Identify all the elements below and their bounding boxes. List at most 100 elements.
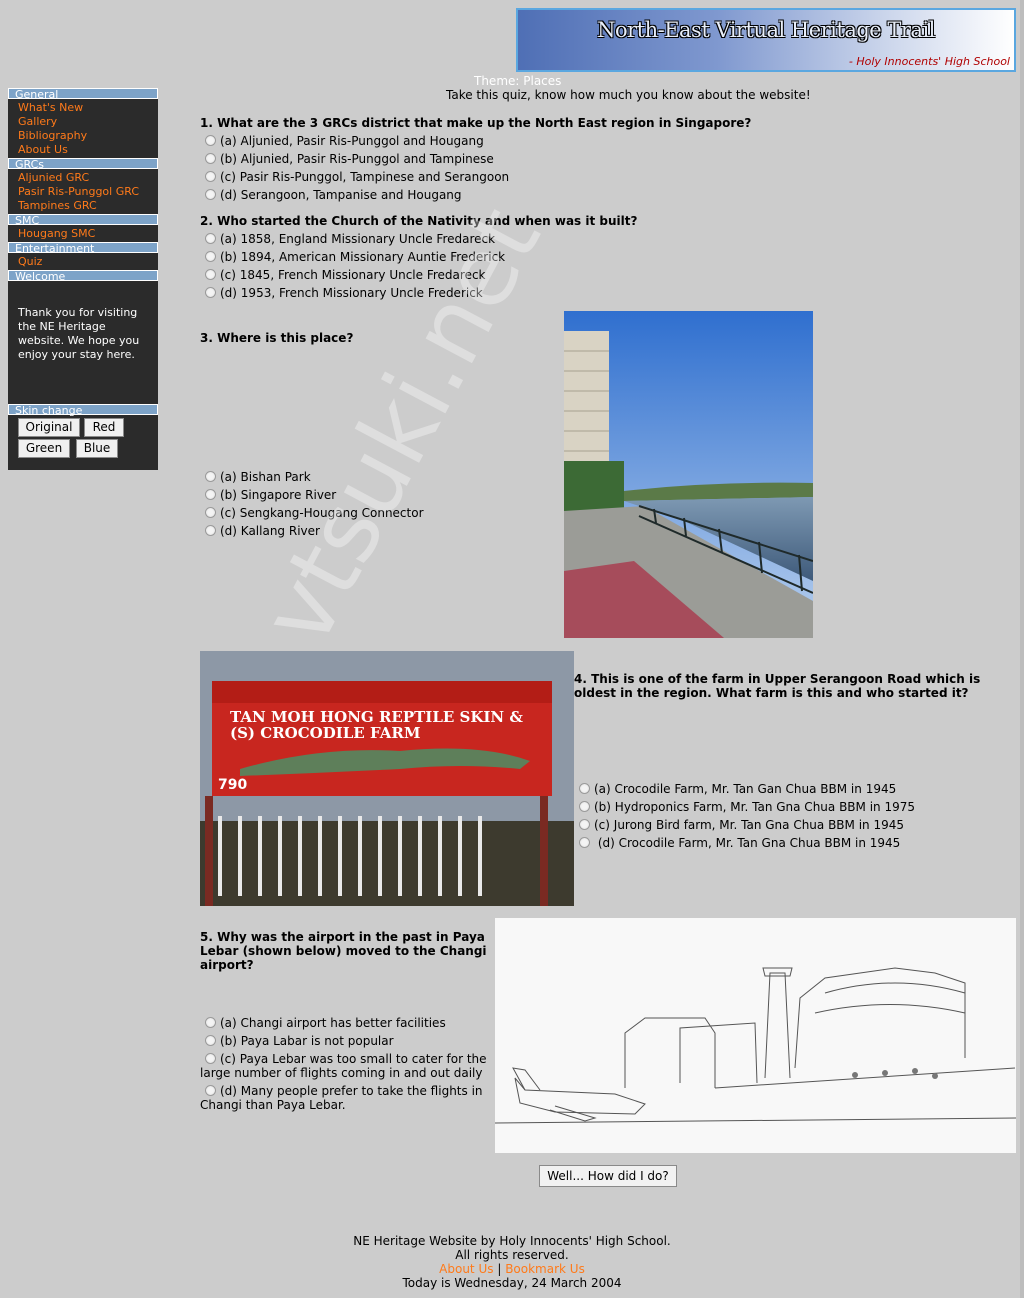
option-label: (b) Singapore River — [220, 488, 337, 502]
option-label: (d) Crocodile Farm, Mr. Tan Gna Chua BBM… — [594, 836, 901, 850]
banner-subtitle: - Holy Innocents' High School — [848, 55, 1010, 68]
q5-option-a[interactable]: (a) Changi airport has better facilities — [205, 1016, 446, 1030]
footer-credit: NE Heritage Website by Holy Innocents' H… — [353, 1234, 671, 1248]
option-label: (c) Paya Lebar was too small to cater fo… — [200, 1052, 487, 1080]
question-3: 3. Where is this place? — [200, 331, 354, 345]
option-label: (b) Aljunied, Pasir Ris-Punggol and Tamp… — [220, 152, 494, 166]
nav-link-quiz[interactable]: Quiz — [18, 255, 42, 269]
q2-option-d[interactable]: (d) 1953, French Missionary Uncle Freder… — [205, 286, 483, 300]
skin-green-button[interactable]: Green — [18, 439, 70, 458]
sidebar: General What's New Gallery Bibliography … — [8, 88, 158, 470]
q2-option-b[interactable]: (b) 1894, American Missionary Auntie Fre… — [205, 250, 505, 264]
q4-option-d[interactable]: (d) Crocodile Farm, Mr. Tan Gna Chua BBM… — [579, 836, 900, 850]
radio-button[interactable] — [579, 783, 590, 794]
option-label: (b) Hydroponics Farm, Mr. Tan Gna Chua B… — [594, 800, 915, 814]
option-label: (d) Serangoon, Tampanise and Hougang — [220, 188, 462, 202]
radio-button[interactable] — [205, 1017, 216, 1028]
q5-option-b[interactable]: (b) Paya Labar is not popular — [205, 1034, 394, 1048]
option-label: (a) 1858, England Missionary Uncle Freda… — [220, 232, 496, 246]
radio-button[interactable] — [205, 525, 216, 536]
quiz-intro: Take this quiz, know how much you know a… — [446, 88, 811, 102]
radio-button[interactable] — [205, 171, 216, 182]
radio-button[interactable] — [205, 489, 216, 500]
option-label: (c) 1845, French Missionary Uncle Fredar… — [220, 268, 486, 282]
sidebar-header-entertainment: Entertainment — [8, 242, 158, 254]
nav-link-hougang-smc[interactable]: Hougang SMC — [18, 227, 95, 241]
radio-button[interactable] — [205, 471, 216, 482]
skin-original-button[interactable]: Original — [18, 418, 80, 437]
option-label: (b) Paya Labar is not popular — [220, 1034, 394, 1048]
footer: NE Heritage Website by Holy Innocents' H… — [0, 1234, 1024, 1290]
nav-link-aljunied-grc[interactable]: Aljunied GRC — [18, 171, 89, 185]
option-label: (d) Kallang River — [220, 524, 320, 538]
question-2: 2. Who started the Church of the Nativit… — [200, 214, 638, 228]
footer-rights: All rights reserved. — [455, 1248, 569, 1262]
radio-button[interactable] — [205, 507, 216, 518]
radio-button[interactable] — [205, 1035, 216, 1046]
sidebar-header-smc: SMC — [8, 214, 158, 226]
q3-option-c[interactable]: (c) Sengkang-Hougang Connector — [205, 506, 424, 520]
submit-quiz-button[interactable]: Well... How did I do? — [539, 1165, 677, 1187]
footer-separator: | — [497, 1262, 502, 1276]
radio-button[interactable] — [205, 251, 216, 262]
q1-option-b[interactable]: (b) Aljunied, Pasir Ris-Punggol and Tamp… — [205, 152, 494, 166]
radio-button[interactable] — [205, 189, 216, 200]
radio-button[interactable] — [579, 819, 590, 830]
q4-option-b[interactable]: (b) Hydroponics Farm, Mr. Tan Gna Chua B… — [579, 800, 915, 814]
sidebar-header-general: General — [8, 88, 158, 100]
radio-button[interactable] — [205, 287, 216, 298]
q4-option-c[interactable]: (c) Jurong Bird farm, Mr. Tan Gna Chua B… — [579, 818, 904, 832]
q1-option-d[interactable]: (d) Serangoon, Tampanise and Hougang — [205, 188, 462, 202]
question-5: 5. Why was the airport in the past in Pa… — [200, 930, 487, 972]
sidebar-header-grcs: GRCs — [8, 158, 158, 170]
q2-option-a[interactable]: (a) 1858, England Missionary Uncle Freda… — [205, 232, 495, 246]
site-banner: North-East Virtual Heritage Trail - Holy… — [516, 8, 1016, 72]
option-label: (a) Aljunied, Pasir Ris-Punggol and Houg… — [220, 134, 484, 148]
radio-button[interactable] — [205, 233, 216, 244]
skin-blue-button[interactable]: Blue — [76, 439, 118, 458]
question-1: 1. What are the 3 GRCs district that mak… — [200, 116, 752, 130]
option-label: (c) Sengkang-Hougang Connector — [220, 506, 424, 520]
radio-button[interactable] — [205, 135, 216, 146]
q4-option-a[interactable]: (a) Crocodile Farm, Mr. Tan Gan Chua BBM… — [579, 782, 896, 796]
radio-button[interactable] — [205, 153, 216, 164]
nav-link-gallery[interactable]: Gallery — [18, 115, 57, 129]
footer-about-link[interactable]: About Us — [439, 1262, 493, 1276]
nav-link-about-us[interactable]: About Us — [18, 143, 68, 157]
q1-option-c[interactable]: (c) Pasir Ris-Punggol, Tampinese and Ser… — [205, 170, 509, 184]
footer-links: About Us | Bookmark Us — [0, 1262, 1024, 1276]
radio-button[interactable] — [205, 1053, 216, 1064]
scrollbar[interactable] — [1020, 0, 1024, 1298]
option-label: (d) Many people prefer to take the fligh… — [200, 1084, 483, 1112]
option-label: (a) Changi airport has better facilities — [220, 1016, 446, 1030]
question-4: 4. This is one of the farm in Upper Sera… — [574, 672, 981, 700]
q2-option-c[interactable]: (c) 1845, French Missionary Uncle Fredar… — [205, 268, 486, 282]
q5-option-c[interactable]: (c) Paya Lebar was too small to cater fo… — [200, 1052, 492, 1080]
banner-title: North-East Virtual Heritage Trail — [597, 18, 935, 42]
nav-link-pasir-ris-punggol-grc[interactable]: Pasir Ris-Punggol GRC — [18, 185, 139, 199]
option-label: (c) Jurong Bird farm, Mr. Tan Gna Chua B… — [594, 818, 904, 832]
footer-date: Today is Wednesday, 24 March 2004 — [402, 1276, 622, 1290]
q3-option-a[interactable]: (a) Bishan Park — [205, 470, 311, 484]
crocodile-farm-photo: TAN MOH HONG REPTILE SKIN & (S) CROCODIL… — [200, 651, 574, 906]
airport-sketch — [495, 918, 1016, 1153]
radio-button[interactable] — [205, 269, 216, 280]
radio-button[interactable] — [205, 1085, 216, 1096]
q3-option-d[interactable]: (d) Kallang River — [205, 524, 320, 538]
q5-option-d[interactable]: (d) Many people prefer to take the fligh… — [200, 1084, 496, 1112]
q3-option-b[interactable]: (b) Singapore River — [205, 488, 336, 502]
option-label: (a) Crocodile Farm, Mr. Tan Gan Chua BBM… — [594, 782, 897, 796]
radio-button[interactable] — [579, 801, 590, 812]
option-label: (c) Pasir Ris-Punggol, Tampinese and Ser… — [220, 170, 510, 184]
nav-link-whats-new[interactable]: What's New — [18, 101, 83, 115]
radio-button[interactable] — [579, 837, 590, 848]
welcome-message: Thank you for visiting the NE Heritage w… — [18, 306, 140, 361]
footer-bookmark-link[interactable]: Bookmark Us — [505, 1262, 585, 1276]
sidebar-header-skin-change: Skin change — [8, 404, 158, 416]
q1-option-a[interactable]: (a) Aljunied, Pasir Ris-Punggol and Houg… — [205, 134, 484, 148]
option-label: (d) 1953, French Missionary Uncle Freder… — [220, 286, 483, 300]
skin-red-button[interactable]: Red — [84, 418, 124, 437]
theme-label: Theme: Places — [474, 74, 562, 88]
nav-link-bibliography[interactable]: Bibliography — [18, 129, 87, 143]
nav-link-tampines-grc[interactable]: Tampines GRC — [18, 199, 97, 213]
